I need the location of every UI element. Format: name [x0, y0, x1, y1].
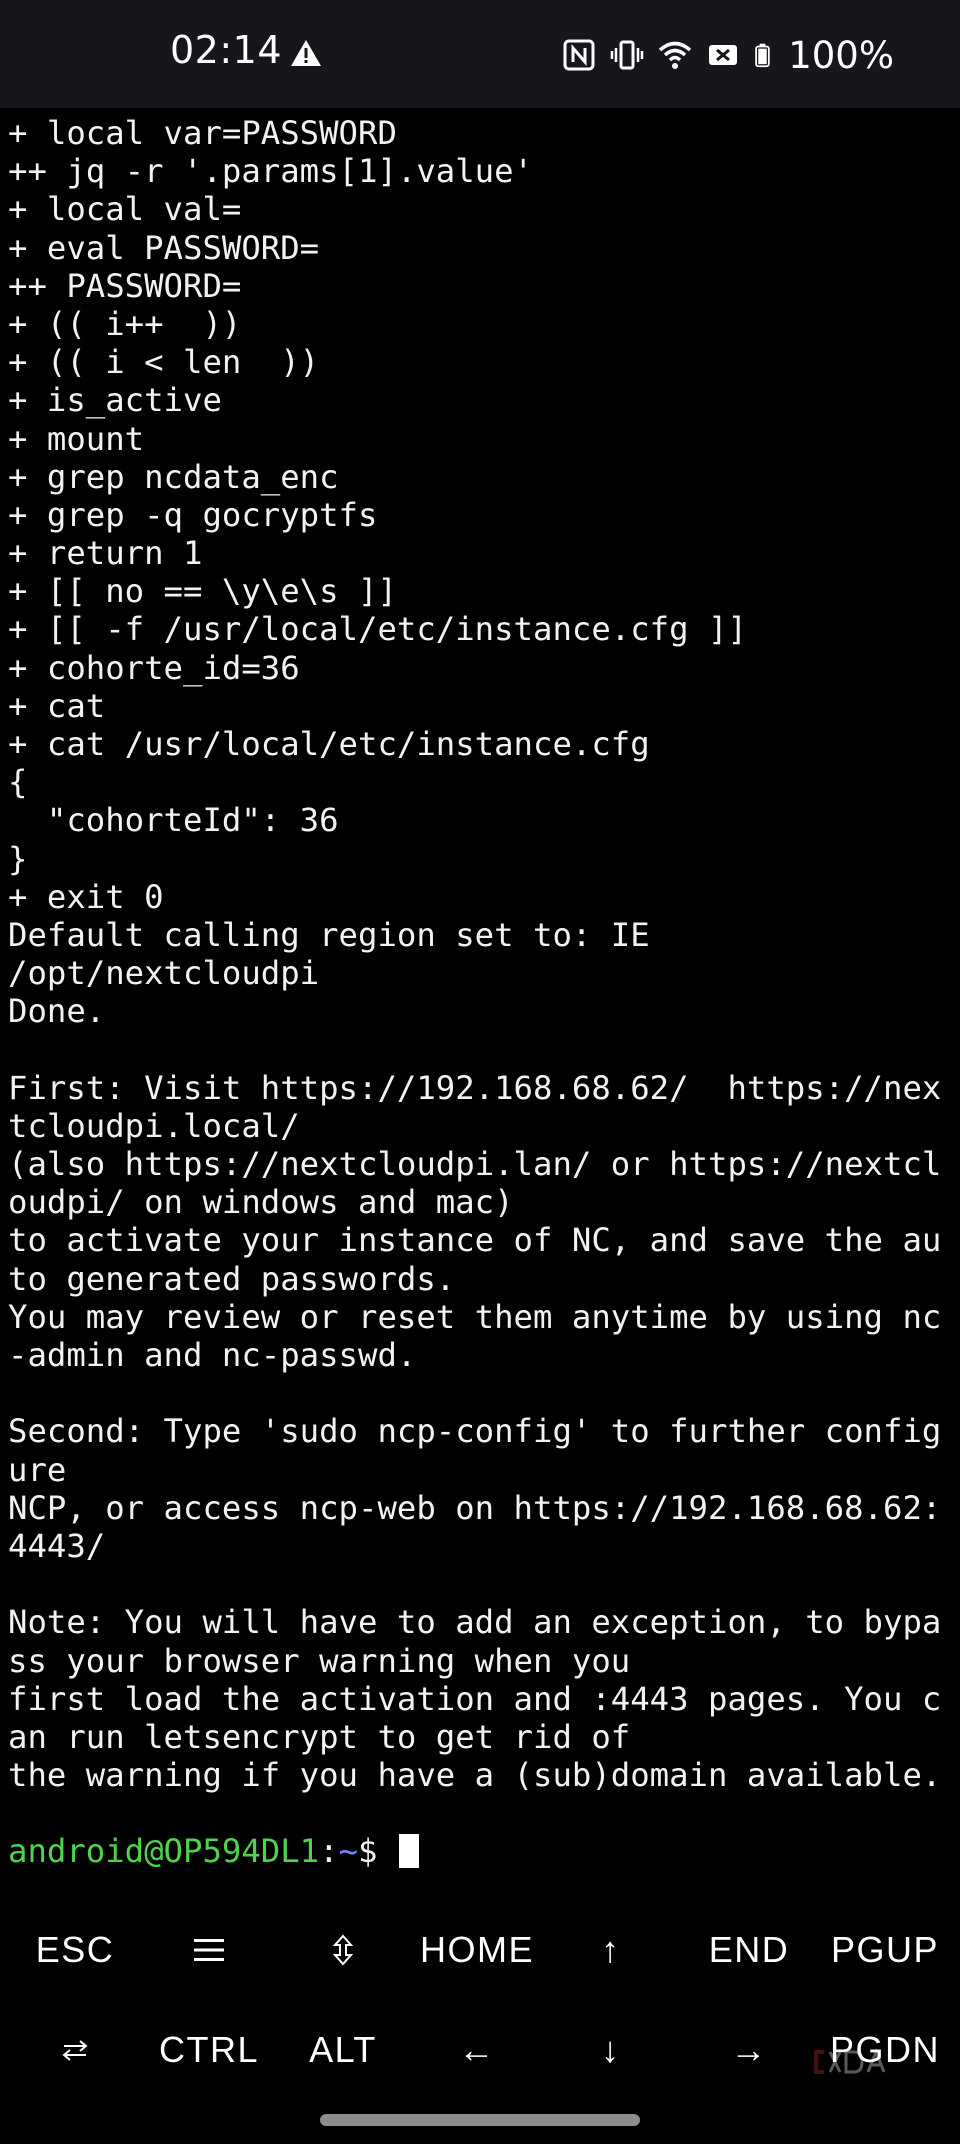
prompt-user-host: android@OP594DL1 — [8, 1832, 320, 1871]
home-key[interactable]: HOME — [410, 1900, 544, 2000]
drawer-menu-icon — [194, 1939, 224, 1961]
arrow-up-icon: ↑ — [601, 1929, 621, 1970]
terminal-line: + grep -q gocryptfs — [8, 495, 378, 534]
battery-icon — [755, 43, 770, 68]
terminal-output[interactable]: + local var=PASSWORD ++ jq -r '.params[1]… — [8, 114, 958, 1871]
text-cursor — [398, 1834, 419, 1869]
terminal-line: + local val= — [8, 190, 242, 229]
tab-arrows-icon — [62, 2040, 88, 2061]
terminal-line: "cohorteId": 36 — [8, 801, 339, 840]
right-key[interactable]: → — [682, 2000, 816, 2100]
terminal-line: First: Visit https://192.168.68.62/ http… — [8, 1068, 942, 1107]
arrow-right-icon: → — [730, 2029, 768, 2070]
home-key-label: HOME — [420, 1929, 534, 1970]
status-icons: 100% — [562, 32, 894, 78]
prompt-colon: : — [319, 1832, 339, 1871]
terminal-line: tcloudpi.local/ — [8, 1106, 300, 1145]
terminal-line: + cat — [8, 686, 106, 725]
terminal-line: ss your browser warning when you — [8, 1641, 631, 1680]
terminal-line: first load the activation and :4443 page… — [8, 1679, 942, 1718]
terminal-line: Default calling region set to: IE — [8, 915, 650, 954]
terminal-line: Done. — [8, 992, 106, 1031]
terminal-line: + exit 0 — [8, 877, 164, 916]
end-key-label: END — [708, 1929, 790, 1970]
terminal-line: + cat /usr/local/etc/instance.cfg — [8, 725, 650, 763]
wifi-icon — [659, 41, 692, 69]
esc-key[interactable]: ESC — [8, 1900, 142, 2000]
terminal-line: an run letsencrypt to get rid of — [8, 1717, 631, 1756]
terminal-line: + cohorte_id=36 — [8, 648, 300, 687]
battery-percent: 100% — [788, 33, 894, 77]
arrow-down-icon: ↓ — [601, 2029, 621, 2070]
tab-key[interactable] — [8, 2000, 142, 2100]
xda-logo-icon — [814, 2048, 886, 2074]
terminal-line: Note: You will have to add an exception,… — [8, 1603, 942, 1642]
extra-keys-row-1: ESC HOME ↑ END PGUP — [0, 1900, 960, 2000]
gesture-navigation-bar[interactable] — [320, 2114, 640, 2126]
terminal-line: + grep ncdata_enc — [8, 457, 339, 496]
terminal-line: + is_active — [8, 381, 222, 420]
data-off-icon — [709, 45, 738, 65]
terminal-line: You may review or reset them anytime by … — [8, 1297, 942, 1336]
nfc-icon — [563, 39, 595, 71]
keyboard-toggle-key[interactable] — [276, 1900, 410, 2000]
shell-prompt[interactable]: android@OP594DL1:~$ — [8, 1832, 958, 1870]
end-key[interactable]: END — [682, 1900, 816, 2000]
drawer-key[interactable] — [142, 1900, 276, 2000]
terminal-line: ++ jq -r '.params[1].value' — [8, 152, 533, 191]
terminal-line: ++ PASSWORD= — [8, 266, 242, 305]
terminal-line: the warning if you have a (sub)domain av… — [8, 1756, 942, 1795]
terminal-line: + [[ -f /usr/local/etc/instance.cfg ]] — [8, 610, 747, 649]
terminal-line: (also https://nextcloudpi.lan/ or https:… — [8, 1145, 942, 1184]
ctrl-key-label: CTRL — [158, 2029, 259, 2070]
arrow-left-icon: ← — [458, 2029, 496, 2070]
status-bar: 02:14 100% — [0, 0, 960, 108]
terminal-line: + eval PASSWORD= — [8, 228, 320, 267]
terminal-line: ure — [8, 1450, 67, 1489]
terminal-line: 4443/ — [8, 1526, 106, 1565]
prompt-path: ~ — [338, 1832, 359, 1871]
left-key[interactable]: ← — [410, 2000, 544, 2100]
terminal-line: to activate your instance of NC, and sav… — [8, 1221, 942, 1260]
terminal-line: Second: Type 'sudo ncp-config' to furthe… — [8, 1412, 942, 1451]
terminal-line: { — [8, 763, 28, 802]
terminal-line: -admin and nc-passwd. — [8, 1336, 417, 1374]
pgup-key-label: PGUP — [830, 1929, 940, 1970]
terminal-line: + mount — [8, 419, 145, 458]
pgup-key[interactable]: PGUP — [818, 1900, 952, 2000]
alt-key-label: ALT — [309, 2029, 377, 2070]
alt-key[interactable]: ALT — [276, 2000, 410, 2100]
ctrl-key[interactable]: CTRL — [142, 2000, 276, 2100]
terminal-line: + (( i < len )) — [8, 343, 320, 382]
terminal-line: + return 1 — [8, 534, 203, 573]
alert-triangle-icon — [291, 40, 321, 66]
vibrate-icon — [610, 40, 644, 70]
terminal-line: /opt/nextcloudpi — [8, 954, 320, 993]
terminal-line: to generated passwords. — [8, 1259, 456, 1298]
terminal-line: } — [8, 839, 28, 878]
down-key[interactable]: ↓ — [544, 2000, 678, 2100]
terminal-line: + [[ no == \y\e\s ]] — [8, 572, 397, 611]
terminal-line: + local var=PASSWORD — [8, 114, 397, 152]
terminal-line: + (( i++ )) — [8, 304, 242, 343]
esc-key-label: ESC — [35, 1929, 115, 1970]
prompt-dollar: $ — [358, 1832, 397, 1871]
up-key[interactable]: ↑ — [544, 1900, 678, 2000]
terminal-line: oudpi/ on windows and mac) — [8, 1183, 514, 1222]
updown-arrows-icon — [332, 1934, 354, 1966]
clock: 02:14 — [170, 28, 283, 72]
terminal-line: NCP, or access ncp-web on https://192.16… — [8, 1488, 942, 1527]
